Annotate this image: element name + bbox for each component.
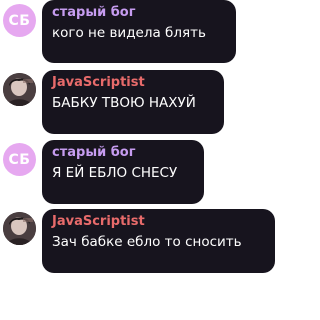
message-text: Зач бабке ебло то сносить <box>52 234 242 250</box>
message-text: БАБКУ ТВОЮ НАХУЙ <box>52 95 196 111</box>
chat-message-list: СБ старый бог кого не видела блять JavaS… <box>0 0 277 320</box>
message-bubble: JavaScriptist Зач бабке ебло то сносить <box>42 209 275 273</box>
message-bubble: JavaScriptist БАБКУ ТВОЮ НАХУЙ <box>42 70 224 134</box>
avatar[interactable] <box>3 73 36 106</box>
sender-name[interactable]: старый бог <box>52 144 194 161</box>
message-text: Я ЕЙ ЕБЛО СНЕСУ <box>52 165 178 181</box>
avatar[interactable] <box>3 212 36 245</box>
sender-name[interactable]: старый бог <box>52 4 226 21</box>
user-photo-icon <box>3 73 36 106</box>
user-photo-icon <box>3 212 36 245</box>
message-bubble: старый бог кого не видела блять <box>42 0 236 63</box>
avatar[interactable]: СБ <box>3 143 36 176</box>
avatar[interactable]: СБ <box>3 4 36 37</box>
sender-name[interactable]: JavaScriptist <box>52 213 265 230</box>
message-bubble: старый бог Я ЕЙ ЕБЛО СНЕСУ <box>42 140 204 204</box>
sender-name[interactable]: JavaScriptist <box>52 74 214 91</box>
message-text: кого не видела блять <box>52 25 206 41</box>
